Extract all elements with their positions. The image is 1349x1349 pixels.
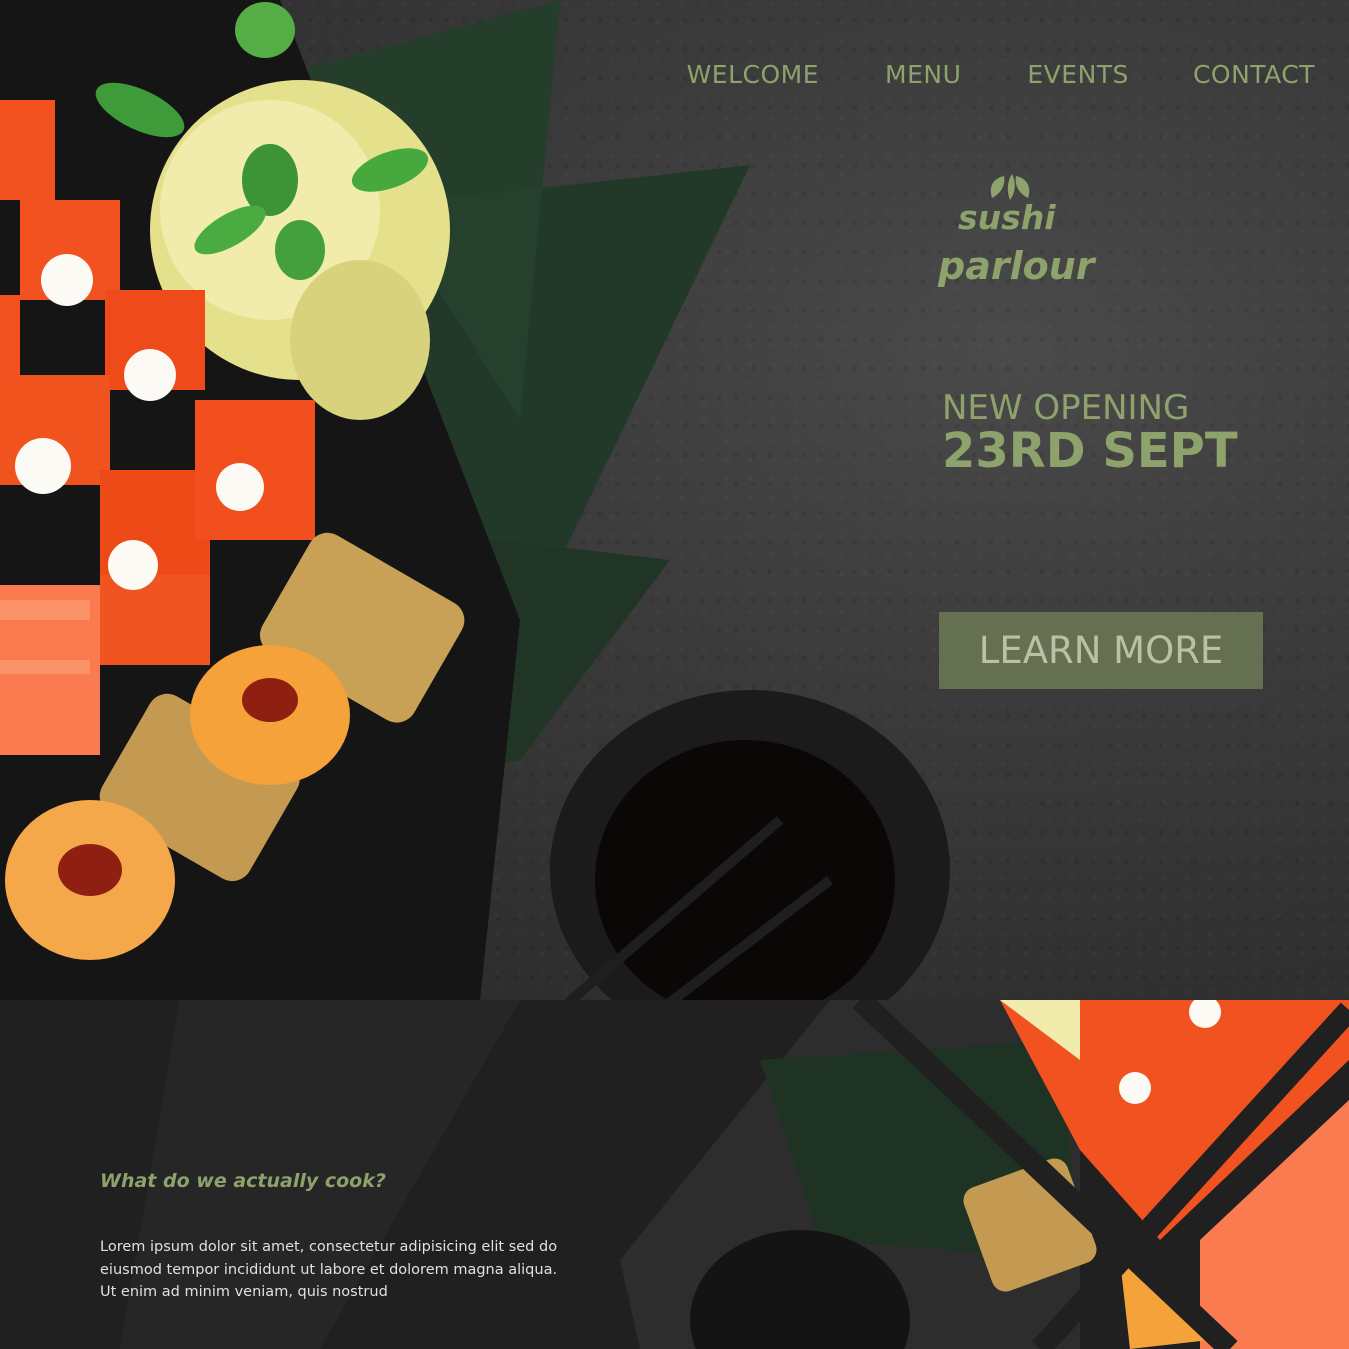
opening-announcement: NEW OPENING 23RD SEPT (942, 390, 1238, 476)
brand-name-line1: sushi (958, 198, 1056, 237)
nav-item-welcome[interactable]: WELCOME (687, 60, 819, 89)
nav-item-contact[interactable]: CONTACT (1193, 60, 1315, 89)
learn-more-label: LEARN MORE (978, 629, 1224, 672)
hero-food-image (0, 0, 950, 1000)
hero-section: WELCOME MENU EVENTS CONTACT sushi parlou… (0, 0, 1349, 1000)
brand-name-line2: parlour (938, 244, 1095, 288)
announcement-date: 23RD SEPT (942, 423, 1238, 479)
about-section: What do we actually cook? Lorem ipsum do… (0, 1000, 1349, 1349)
about-body-text: Lorem ipsum dolor sit amet, consectetur … (100, 1239, 558, 1300)
nav-item-menu[interactable]: MENU (885, 60, 961, 89)
brand-logo[interactable]: sushi parlour (936, 168, 1095, 298)
nav-item-events[interactable]: EVENTS (1027, 60, 1129, 89)
learn-more-button[interactable]: LEARN MORE (939, 612, 1263, 689)
about-heading: What do we actually cook? (100, 1170, 386, 1192)
main-nav: WELCOME MENU EVENTS CONTACT (687, 60, 1315, 89)
announcement-line1: NEW OPENING (942, 388, 1190, 428)
